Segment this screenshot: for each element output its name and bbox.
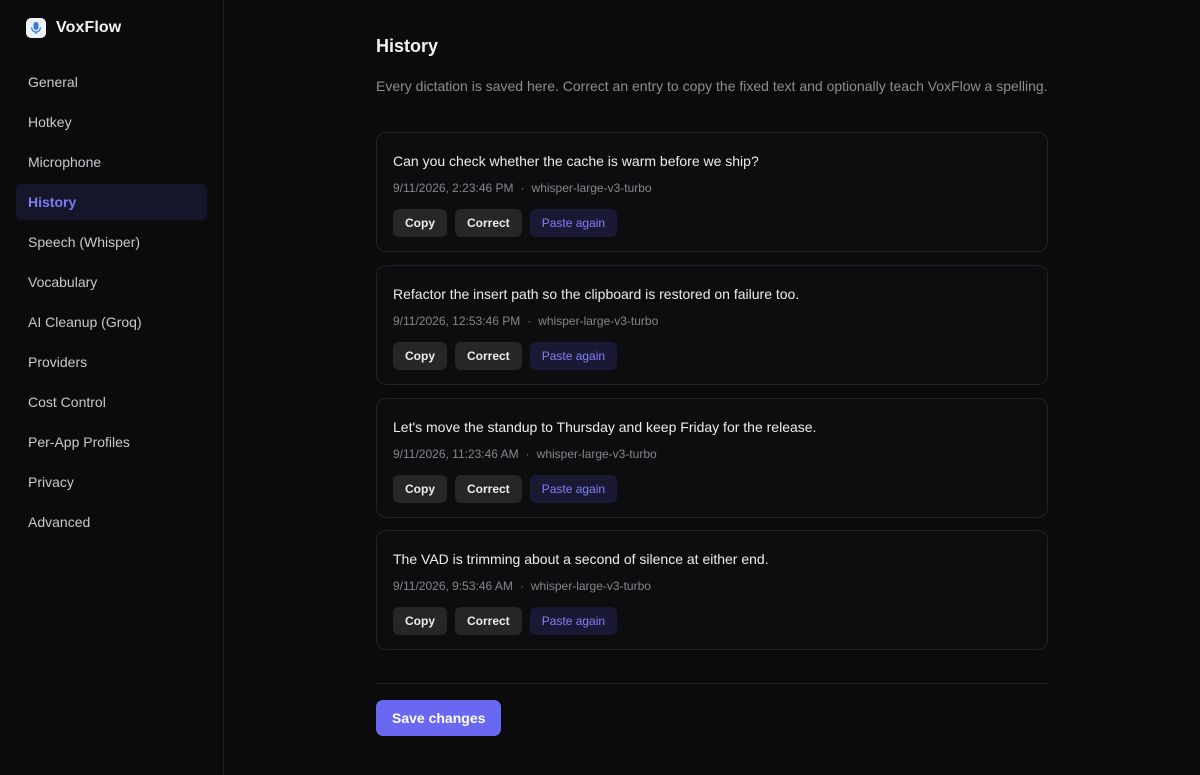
paste-again-button[interactable]: Paste again <box>529 475 618 503</box>
paste-again-button[interactable]: Paste again <box>529 607 618 635</box>
copy-button[interactable]: Copy <box>393 607 447 635</box>
sidebar-item-label: History <box>28 194 77 210</box>
copy-button[interactable]: Copy <box>393 209 447 237</box>
sidebar-item-general[interactable]: General <box>16 64 207 100</box>
entry-actions: Copy Correct Paste again <box>393 209 618 237</box>
copy-button[interactable]: Copy <box>393 342 447 370</box>
correct-button[interactable]: Correct <box>455 475 522 503</box>
sidebar-item-history[interactable]: History <box>16 184 207 220</box>
entry-actions: Copy Correct Paste again <box>393 607 618 635</box>
entry-meta: 9/11/2026, 9:53:46 AM · whisper-large-v3… <box>393 579 651 593</box>
meta-separator: · <box>519 579 524 593</box>
paste-again-button[interactable]: Paste again <box>529 209 618 237</box>
sidebar-item-label: AI Cleanup (Groq) <box>28 314 142 330</box>
sidebar-item-label: General <box>28 74 78 90</box>
sidebar-item-label: Providers <box>28 354 88 370</box>
entry-text: Refactor the insert path so the clipboar… <box>393 286 800 302</box>
history-entry: Let's move the standup to Thursday and k… <box>376 398 1048 518</box>
brand: VoxFlow <box>26 18 121 38</box>
sidebar-item-providers[interactable]: Providers <box>16 344 207 380</box>
entry-text: Can you check whether the cache is warm … <box>393 153 759 169</box>
sidebar-item-ai-cleanup[interactable]: AI Cleanup (Groq) <box>16 304 207 340</box>
entry-meta: 9/11/2026, 11:23:46 AM · whisper-large-v… <box>393 447 657 461</box>
sidebar-item-microphone[interactable]: Microphone <box>16 144 207 180</box>
paste-again-button[interactable]: Paste again <box>529 342 618 370</box>
microphone-icon <box>26 18 46 38</box>
sidebar-item-advanced[interactable]: Advanced <box>16 504 207 540</box>
entry-meta: 9/11/2026, 2:23:46 PM · whisper-large-v3… <box>393 181 652 195</box>
sidebar-item-hotkey[interactable]: Hotkey <box>16 104 207 140</box>
meta-separator: · <box>520 181 525 195</box>
sidebar-item-label: Cost Control <box>28 394 106 410</box>
entry-text: Let's move the standup to Thursday and k… <box>393 419 817 435</box>
sidebar-item-label: Vocabulary <box>28 274 98 290</box>
sidebar-item-label: Per-App Profiles <box>28 434 130 450</box>
sidebar: VoxFlow General Hotkey Microphone Histor… <box>0 0 224 775</box>
meta-separator: · <box>527 314 532 328</box>
sidebar-item-privacy[interactable]: Privacy <box>16 464 207 500</box>
correct-button[interactable]: Correct <box>455 209 522 237</box>
entry-timestamp: 9/11/2026, 9:53:46 AM <box>393 579 513 593</box>
entry-text: The VAD is trimming about a second of si… <box>393 551 769 567</box>
footer-divider <box>376 683 1048 684</box>
entry-actions: Copy Correct Paste again <box>393 342 618 370</box>
sidebar-item-speech-whisper[interactable]: Speech (Whisper) <box>16 224 207 260</box>
history-entry: Refactor the insert path so the clipboar… <box>376 265 1048 385</box>
entry-model: whisper-large-v3-turbo <box>531 181 652 195</box>
entry-model: whisper-large-v3-turbo <box>536 447 657 461</box>
save-changes-button[interactable]: Save changes <box>376 700 502 736</box>
sidebar-nav: General Hotkey Microphone History Speech… <box>16 64 207 544</box>
sidebar-item-label: Speech (Whisper) <box>28 234 141 250</box>
entry-timestamp: 9/11/2026, 12:53:46 PM <box>393 314 521 328</box>
sidebar-item-label: Privacy <box>28 474 74 490</box>
entry-meta: 9/11/2026, 12:53:46 PM · whisper-large-v… <box>393 314 658 328</box>
copy-button[interactable]: Copy <box>393 475 447 503</box>
sidebar-item-label: Hotkey <box>28 114 72 130</box>
history-entry: Can you check whether the cache is warm … <box>376 132 1048 252</box>
sidebar-item-cost-control[interactable]: Cost Control <box>16 384 207 420</box>
entry-timestamp: 9/11/2026, 2:23:46 PM <box>393 181 514 195</box>
app-name: VoxFlow <box>56 19 122 36</box>
sidebar-item-per-app-profiles[interactable]: Per-App Profiles <box>16 424 207 460</box>
correct-button[interactable]: Correct <box>455 342 522 370</box>
entry-model: whisper-large-v3-turbo <box>538 314 659 328</box>
entry-actions: Copy Correct Paste again <box>393 475 618 503</box>
entry-timestamp: 9/11/2026, 11:23:46 AM <box>393 447 519 461</box>
sidebar-item-label: Advanced <box>28 514 91 530</box>
page-description: Every dictation is saved here. Correct a… <box>376 78 1048 94</box>
history-entry: The VAD is trimming about a second of si… <box>376 530 1048 650</box>
page-title: History <box>376 36 439 56</box>
sidebar-item-vocabulary[interactable]: Vocabulary <box>16 264 207 300</box>
entry-model: whisper-large-v3-turbo <box>530 579 651 593</box>
correct-button[interactable]: Correct <box>455 607 522 635</box>
sidebar-item-label: Microphone <box>28 154 102 170</box>
meta-separator: · <box>525 447 530 461</box>
